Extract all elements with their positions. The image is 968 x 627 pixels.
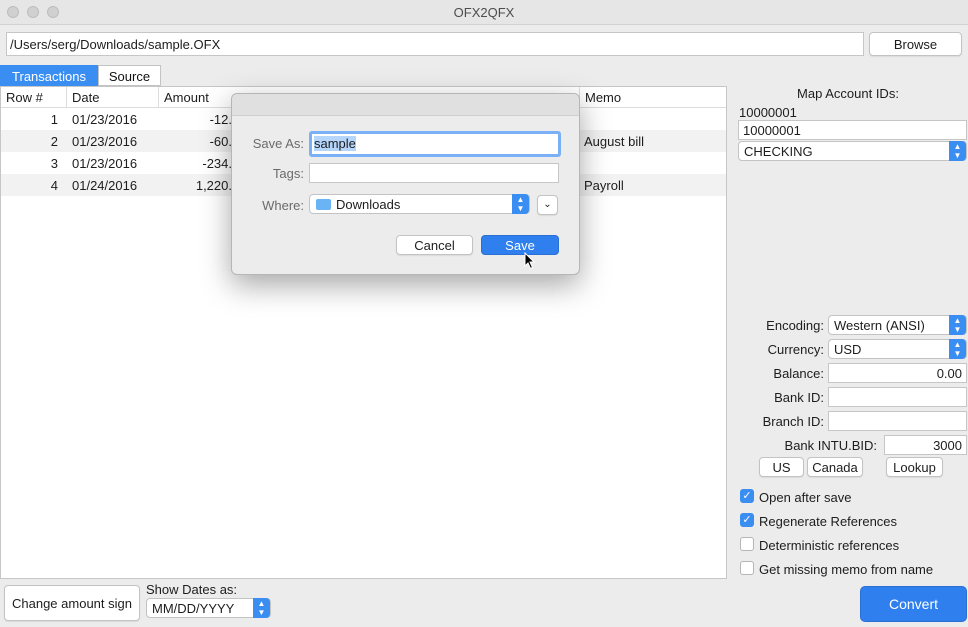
row-amount: 1,220. <box>195 178 232 193</box>
row-date: 01/23/2016 <box>72 156 138 171</box>
deterministic-references-checkbox[interactable] <box>740 537 754 551</box>
row-date: 01/24/2016 <box>72 178 138 193</box>
file-path-field[interactable]: /Users/serg/Downloads/sample.OFX <box>6 32 864 56</box>
account-id-label: 10000001 <box>739 105 797 120</box>
currency-value: USD <box>834 342 862 357</box>
row-number: 3 <box>50 156 58 171</box>
balance-input[interactable]: 0.00 <box>828 363 967 383</box>
row-date: 01/23/2016 <box>72 112 138 127</box>
map-account-ids-title: Map Account IDs: <box>797 86 899 101</box>
save-as-value: sample <box>314 136 356 151</box>
convert-button[interactable]: Convert <box>860 586 967 622</box>
row-number: 4 <box>50 178 58 193</box>
row-memo: August bill <box>584 134 644 149</box>
mouse-cursor-icon <box>524 252 536 270</box>
column-header-row[interactable]: Row # <box>1 87 67 108</box>
row-amount: -12. <box>209 112 232 127</box>
open-after-save-checkbox[interactable]: ✓ <box>740 489 754 503</box>
tab-source[interactable]: Source <box>98 65 161 86</box>
row-number: 2 <box>50 134 58 149</box>
bank-id-label: Bank ID: <box>774 390 824 405</box>
dialog-title-bar <box>232 94 579 116</box>
currency-label: Currency: <box>767 342 824 357</box>
change-amount-sign-button[interactable]: Change amount sign <box>4 585 140 621</box>
account-type-select[interactable]: CHECKING ▲ ▼ <box>738 141 967 161</box>
bank-id-input[interactable] <box>828 387 967 407</box>
column-header-date[interactable]: Date <box>67 87 159 108</box>
tags-label: Tags: <box>272 166 304 181</box>
branch-id-label: Branch ID: <box>762 414 824 429</box>
chevron-down-icon: ⌄ <box>543 199 552 210</box>
where-label: Where: <box>262 198 304 213</box>
cancel-button[interactable]: Cancel <box>396 235 473 255</box>
encoding-value: Western (ANSI) <box>834 318 925 333</box>
where-value: Downloads <box>336 197 401 212</box>
canada-button[interactable]: Canada <box>807 457 863 477</box>
row-memo <box>579 108 726 130</box>
us-button[interactable]: US <box>759 457 804 477</box>
column-header-memo[interactable]: Memo <box>579 87 726 108</box>
regenerate-references-label: Regenerate References <box>759 514 898 529</box>
save-as-label: Save As: <box>252 136 304 151</box>
expand-dialog-button[interactable]: ⌄ <box>537 195 558 215</box>
row-memo <box>579 152 726 174</box>
row-amount: -60. <box>209 134 232 149</box>
save-button[interactable]: Save <box>481 235 559 255</box>
lookup-button[interactable]: Lookup <box>886 457 943 477</box>
encoding-label: Encoding: <box>766 318 824 333</box>
save-dialog: Save As: sample Tags: Where: Downloads ▲… <box>231 93 580 275</box>
missing-memo-label: Get missing memo from name <box>759 562 934 577</box>
checkmark-icon: ✓ <box>742 514 752 526</box>
tab-transactions[interactable]: Transactions <box>0 65 98 86</box>
date-format-value: MM/DD/YYYY <box>152 601 235 616</box>
open-after-save-label: Open after save <box>759 490 852 505</box>
encoding-select[interactable]: Western (ANSI) ▲ ▼ <box>828 315 967 335</box>
up-down-arrows-icon: ▲ ▼ <box>949 141 966 161</box>
account-type-value: CHECKING <box>744 144 813 159</box>
where-select[interactable]: Downloads ▲ ▼ <box>309 194 530 214</box>
up-down-arrows-icon: ▲ ▼ <box>949 339 966 359</box>
folder-icon <box>316 199 331 210</box>
branch-id-input[interactable] <box>828 411 967 431</box>
missing-memo-checkbox[interactable] <box>740 561 754 575</box>
bank-intu-bid-input[interactable]: 3000 <box>884 435 967 455</box>
row-number: 1 <box>50 112 58 127</box>
row-amount: -234. <box>202 156 232 171</box>
bank-intu-bid-label: Bank INTU.BID: <box>784 438 877 453</box>
up-down-arrows-icon: ▲ ▼ <box>949 315 966 335</box>
deterministic-references-label: Deterministic references <box>759 538 900 553</box>
row-memo: Payroll <box>584 178 624 193</box>
currency-select[interactable]: USD ▲ ▼ <box>828 339 967 359</box>
up-down-arrows-icon: ▲ ▼ <box>512 194 529 214</box>
browse-button[interactable]: Browse <box>869 32 962 56</box>
regenerate-references-checkbox[interactable]: ✓ <box>740 513 754 527</box>
tags-input[interactable] <box>309 163 559 183</box>
show-dates-label: Show Dates as: <box>146 582 238 597</box>
mapped-account-id-input[interactable]: 10000001 <box>738 120 967 140</box>
save-as-input[interactable]: sample <box>309 131 561 157</box>
row-date: 01/23/2016 <box>72 134 138 149</box>
checkmark-icon: ✓ <box>742 490 752 502</box>
date-format-select[interactable]: MM/DD/YYYY ▲ ▼ <box>146 598 271 618</box>
balance-label: Balance: <box>773 366 824 381</box>
up-down-arrows-icon: ▲ ▼ <box>253 598 270 618</box>
window-title: OFX2QFX <box>453 5 515 20</box>
